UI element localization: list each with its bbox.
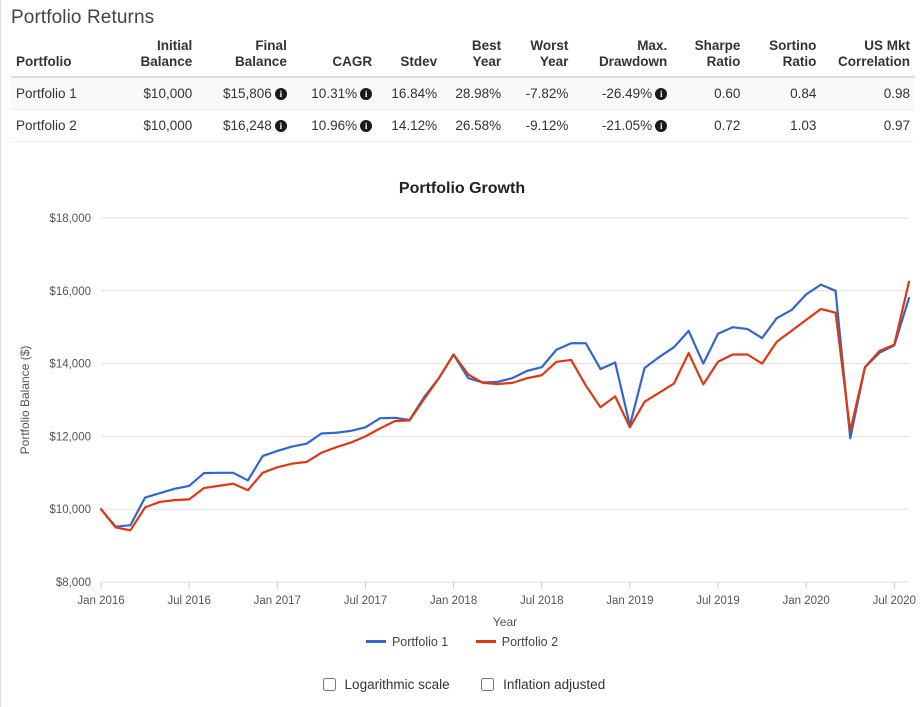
cell-final-balance: $15,806 i — [197, 77, 292, 110]
cell-sortino-ratio: 0.84 — [745, 77, 822, 110]
portfolio-returns-table: Portfolio Initial Balance Final Balance … — [11, 36, 915, 142]
cell-worst-year: -9.12% — [506, 109, 574, 142]
column-header-stdev: Stdev — [400, 54, 438, 69]
cell-best-year: 28.98% — [442, 77, 507, 110]
x-tick-label: Jul 2018 — [520, 595, 563, 607]
inflation-adjusted-option[interactable]: Inflation adjusted — [477, 675, 605, 694]
column-header-sharpe-ratio: Sharpe Ratio — [694, 38, 741, 69]
legend-item-portfolio-1[interactable]: Portfolio 1 — [365, 635, 449, 649]
info-icon[interactable]: i — [655, 88, 668, 100]
cell-max-drawdown: -26.49% i — [573, 77, 673, 110]
info-icon[interactable]: i — [655, 120, 668, 132]
logarithmic-scale-label: Logarithmic scale — [344, 677, 450, 692]
x-axis-label: Year — [493, 615, 517, 629]
cell-worst-year: -7.82% — [506, 77, 574, 110]
x-tick-label: Jan 2016 — [77, 595, 124, 607]
cell-max-drawdown-value: -26.49% — [601, 86, 653, 101]
y-tick-label: $16,000 — [49, 286, 91, 298]
legend-swatch-portfolio-2 — [475, 640, 496, 643]
chart-canvas: $8,000 $10,000 $12,000 $14,000 $16,000 $18,00… — [18, 213, 916, 629]
x-tick-label: Jul 2016 — [167, 595, 210, 607]
cell-stdev: 14.12% — [377, 109, 443, 142]
cell-stdev: 16.84% — [377, 77, 443, 110]
info-icon[interactable]: i — [274, 120, 287, 132]
chart-options: Logarithmic scale Inflation adjusted — [1, 675, 922, 694]
cell-final-balance: $16,248 i — [197, 109, 292, 142]
table-header-row: Portfolio Initial Balance Final Balance … — [11, 36, 915, 77]
legend-swatch-portfolio-1 — [365, 640, 386, 643]
cell-best-year: 26.58% — [442, 109, 507, 142]
column-header-final-balance: Final Balance — [235, 38, 287, 69]
cell-cagr: 10.96% i — [291, 109, 378, 142]
logarithmic-scale-checkbox[interactable] — [322, 678, 336, 691]
info-icon[interactable]: i — [274, 88, 287, 100]
column-header-initial-balance: Initial Balance — [140, 38, 193, 69]
cell-us-mkt-correlation: 0.98 — [821, 77, 915, 110]
y-tick-label: $10,000 — [49, 504, 91, 516]
cell-max-drawdown-value: -21.05% — [601, 118, 653, 133]
y-tick-label: $12,000 — [49, 431, 91, 443]
info-icon[interactable]: i — [360, 120, 373, 132]
column-header-max-drawdown: Max. Drawdown — [598, 38, 668, 69]
table-row: Portfolio 2 $10,000 $16,248 i 10.96% i 14.… — [11, 109, 915, 142]
cell-sharpe-ratio: 0.72 — [672, 109, 746, 142]
cell-max-drawdown: -21.05% i — [573, 109, 673, 142]
chart-legend: Portfolio 1 Portfolio 2 — [1, 635, 922, 649]
inflation-adjusted-checkbox[interactable] — [481, 678, 495, 691]
x-tick-label: Jan 2018 — [430, 595, 477, 607]
y-tick-label: $18,000 — [49, 213, 91, 225]
cell-initial-balance: $10,000 — [114, 109, 198, 142]
column-header-portfolio: Portfolio — [16, 54, 72, 69]
legend-label-portfolio-2: Portfolio 2 — [501, 635, 559, 649]
cell-portfolio: Portfolio 1 — [11, 77, 115, 110]
y-axis-label: Portfolio Balance ($) — [18, 346, 32, 455]
portfolio-growth-chart: Portfolio Growth $8,000 $10,000 $12,000 $14… — [1, 160, 922, 707]
cell-sharpe-ratio: 0.60 — [672, 77, 746, 110]
column-header-best-year: Best Year — [471, 38, 502, 69]
x-tick-label: Jul 2020 — [873, 595, 916, 607]
y-tick-label: $14,000 — [49, 359, 91, 371]
x-tick-label: Jul 2017 — [344, 595, 387, 607]
cell-final-balance-value: $16,248 — [223, 118, 272, 133]
x-tick-label: Jan 2020 — [782, 595, 829, 607]
logarithmic-scale-option[interactable]: Logarithmic scale — [319, 675, 450, 694]
series-line-1[interactable] — [99, 283, 911, 528]
cell-cagr: 10.31% i — [291, 77, 378, 110]
table-row: Portfolio 1 $10,000 $15,806 i 10.31% i 16.… — [11, 77, 915, 110]
legend-item-portfolio-2[interactable]: Portfolio 2 — [475, 635, 559, 649]
x-tick-label: Jan 2019 — [606, 595, 653, 607]
cell-us-mkt-correlation: 0.97 — [821, 109, 915, 142]
column-header-worst-year: Worst Year — [530, 38, 569, 69]
column-header-sortino-ratio: Sortino Ratio — [769, 38, 817, 69]
inflation-adjusted-label: Inflation adjusted — [503, 677, 606, 692]
cell-sortino-ratio: 1.03 — [745, 109, 822, 142]
info-icon[interactable]: i — [360, 88, 373, 100]
legend-label-portfolio-1: Portfolio 1 — [391, 635, 449, 649]
cell-cagr-value: 10.31% — [311, 86, 358, 101]
y-tick-label: $8,000 — [56, 577, 91, 589]
cell-initial-balance: $10,000 — [114, 77, 198, 110]
x-tick-label: Jan 2017 — [254, 595, 301, 607]
cell-portfolio: Portfolio 2 — [11, 109, 115, 142]
cell-final-balance-value: $15,806 — [223, 86, 272, 101]
column-header-cagr: CAGR — [332, 54, 373, 69]
page-title: Portfolio Returns — [11, 7, 155, 28]
series-line-2[interactable] — [99, 280, 911, 532]
page-frame: Portfolio Returns Portfolio Initial Bala… — [0, 0, 922, 707]
cell-cagr-value: 10.96% — [311, 118, 358, 133]
table-header: Portfolio Initial Balance Final Balance … — [11, 36, 915, 77]
x-tick-label: Jul 2019 — [696, 595, 739, 607]
table-body: Portfolio 1 $10,000 $15,806 i 10.31% i 16.… — [11, 77, 915, 142]
column-header-us-mkt-correlation: US Mkt Correlation — [837, 38, 910, 69]
